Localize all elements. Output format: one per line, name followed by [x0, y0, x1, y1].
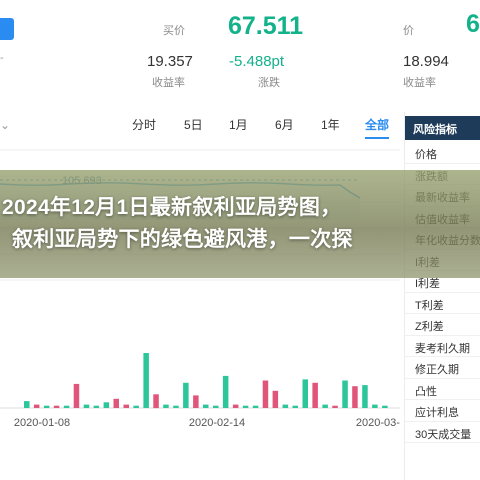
volume-bar	[203, 404, 209, 408]
volume-bar	[183, 382, 189, 408]
volume-bar	[272, 390, 279, 408]
yield-rate-1-label: 收益率	[152, 77, 185, 89]
left-fragment: -	[0, 52, 4, 64]
volume-bar	[222, 375, 229, 408]
x-axis-label: 2020-02-14	[189, 417, 245, 429]
risk-indicator-panel: 风险指标 价格涨跌额最新收益率估值收益率年化收益分数I利差I利差T利差Z利差麦考…	[404, 112, 480, 480]
risk-item[interactable]: 应计利息	[405, 400, 480, 422]
volume-bar	[312, 382, 318, 408]
tab-6m[interactable]: 6月	[275, 116, 294, 133]
current-price: 67.511	[228, 12, 304, 40]
volume-bar	[322, 404, 328, 408]
volume-bar	[252, 405, 259, 408]
volume-bar	[193, 395, 199, 408]
volume-bar	[352, 386, 358, 408]
volume-bar	[232, 404, 239, 408]
sell-price-label: 买价	[163, 25, 185, 37]
tab-all[interactable]: 全部	[365, 116, 390, 139]
tab-intraday[interactable]: 分时	[132, 116, 156, 133]
volume-bar	[63, 405, 70, 408]
risk-panel-header: 风险指标	[405, 116, 480, 140]
risk-item[interactable]: T利差	[405, 293, 480, 314]
yield-rate-2: 18.994	[403, 53, 449, 70]
headline-line-1: 2024年12月1日最新叙利亚局势图，	[2, 196, 342, 219]
volume-bar	[53, 405, 60, 408]
volume-bar	[292, 405, 298, 408]
volume-bar	[342, 380, 348, 408]
yield-rate-2-label: 收益率	[403, 77, 436, 89]
yield-rate-1: 19.357	[147, 53, 193, 70]
volume-bar	[242, 405, 249, 408]
x-axis-label: 2020-01-08	[14, 417, 70, 429]
volume-bar	[153, 394, 159, 409]
change-label: 涨跌	[258, 77, 280, 89]
volume-bar	[332, 405, 338, 408]
blue-side-tab[interactable]	[0, 18, 14, 40]
volume-bar	[302, 379, 308, 408]
volume-bar	[103, 402, 110, 408]
tab-1m[interactable]: 1月	[229, 116, 248, 133]
risk-item[interactable]: 修正久期	[405, 357, 480, 379]
risk-item[interactable]: 凸性	[405, 379, 480, 400]
volume-bar	[372, 404, 378, 408]
volume-bar	[262, 380, 269, 408]
change-value: -5.488pt	[229, 53, 285, 70]
volume-bar	[83, 404, 90, 408]
buy-label-fragment: 价	[403, 25, 414, 37]
headline-banner: 2024年12月1日最新叙利亚局势图， 叙利亚局势下的绿色避风港，一次探	[0, 170, 480, 278]
volume-bar	[163, 404, 169, 408]
volume-bar	[133, 405, 139, 408]
chevron-down-icon[interactable]: ⌄	[0, 118, 10, 132]
risk-item[interactable]: Z利差	[405, 314, 480, 336]
risk-item[interactable]: 价格	[405, 142, 480, 164]
quote-stats-header: - 买价 67.511 6 19.357 收益率 -5.488pt 涨跌 18.…	[0, 0, 480, 100]
volume-bar	[24, 401, 30, 408]
tab-5d[interactable]: 5日	[184, 116, 203, 133]
volume-bar	[123, 404, 129, 408]
volume-bar	[382, 405, 388, 408]
x-axis-label: 2020-03-23	[356, 417, 400, 429]
volume-bar	[43, 405, 50, 408]
volume-bar	[113, 398, 119, 408]
volume-bar	[33, 404, 40, 408]
volume-bar	[362, 385, 368, 408]
volume-bar	[143, 353, 149, 408]
risk-item[interactable]: 30天成交量	[405, 422, 480, 443]
volume-bar	[93, 405, 100, 408]
volume-bar	[213, 405, 219, 408]
volume-bar	[73, 383, 80, 408]
volume-bar	[173, 405, 179, 408]
risk-item[interactable]: 麦考利久期	[405, 336, 480, 357]
cut-price-fragment: 6	[466, 10, 480, 38]
volume-bar	[282, 404, 289, 408]
headline-line-2: 叙利亚局势下的绿色避风港，一次探	[12, 228, 353, 251]
tab-1y[interactable]: 1年	[321, 116, 340, 133]
